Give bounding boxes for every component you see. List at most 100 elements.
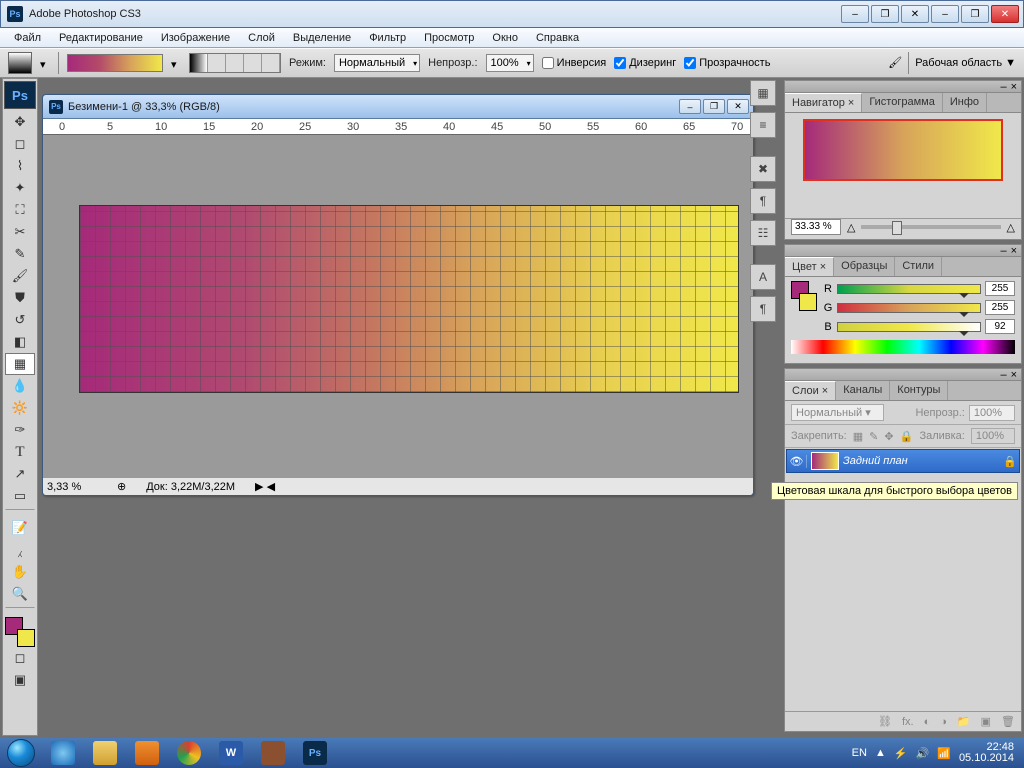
transparency-checkbox[interactable]: [684, 57, 696, 69]
lock-all-icon[interactable]: 🔒: [900, 430, 914, 443]
tray-flag-icon[interactable]: ▲: [875, 747, 886, 759]
doc-close-button[interactable]: ✕: [727, 99, 749, 114]
taskbar-media[interactable]: [127, 740, 167, 766]
gradient-linear-icon[interactable]: [190, 54, 208, 72]
zoom-out-icon[interactable]: △: [847, 221, 855, 234]
minimize-group-button[interactable]: –: [841, 5, 869, 23]
taskbar-chrome[interactable]: [169, 740, 209, 766]
zoom-in-icon[interactable]: △: [1007, 221, 1015, 234]
lock-position-icon[interactable]: ✥: [884, 430, 893, 443]
doc-zoom-value[interactable]: 3,33 %: [47, 481, 97, 493]
tray-lang[interactable]: EN: [852, 747, 867, 759]
g-slider[interactable]: [837, 303, 981, 313]
panel-close-icon[interactable]: ×: [1011, 245, 1017, 257]
b-slider[interactable]: [837, 322, 981, 332]
tab-navigator[interactable]: Навигатор ×: [785, 93, 862, 112]
r-value[interactable]: 255: [985, 281, 1015, 296]
wand-tool[interactable]: ✦: [5, 177, 35, 199]
screenmode-toggle[interactable]: ▣: [5, 669, 35, 691]
gradient-tool[interactable]: ▦: [5, 353, 35, 375]
gradient-reflected-icon[interactable]: [244, 54, 262, 72]
blend-mode-select[interactable]: Нормальный ▾: [791, 404, 884, 421]
close-group-button[interactable]: ✕: [901, 5, 929, 23]
brush-tool[interactable]: 🖌: [5, 265, 35, 287]
marquee-tool[interactable]: ◻: [5, 133, 35, 155]
panel-collapse-icon[interactable]: –: [1000, 245, 1006, 257]
shape-tool[interactable]: ▭: [5, 485, 35, 507]
workspace-select[interactable]: Рабочая область ▼: [915, 57, 1016, 69]
reverse-checkbox[interactable]: [542, 57, 554, 69]
dither-checkbox[interactable]: [614, 57, 626, 69]
navigator-thumbnail[interactable]: [803, 119, 1003, 181]
dock-icon-7[interactable]: ¶: [750, 296, 776, 322]
tab-paths[interactable]: Контуры: [890, 381, 948, 400]
hand-tool[interactable]: ✋: [5, 561, 35, 583]
gradient-dropdown[interactable]: ▾: [171, 58, 181, 68]
b-value[interactable]: 92: [985, 319, 1015, 334]
link-layers-icon[interactable]: ⛓: [878, 715, 892, 728]
menu-image[interactable]: Изображение: [153, 30, 238, 46]
tray-clock[interactable]: 22:48 05.10.2014: [959, 742, 1014, 764]
navigator-zoom-value[interactable]: 33.33 %: [791, 219, 841, 235]
tab-swatches[interactable]: Образцы: [834, 257, 895, 276]
menu-view[interactable]: Просмотр: [416, 30, 482, 46]
tray-network-icon[interactable]: 📶: [937, 747, 951, 760]
type-tool[interactable]: T: [5, 441, 35, 463]
move-tool[interactable]: ✥: [5, 111, 35, 133]
trash-icon[interactable]: 🗑: [1001, 715, 1015, 728]
menu-file[interactable]: Файл: [6, 30, 49, 46]
lasso-tool[interactable]: ⌇: [5, 155, 35, 177]
gradient-tool-icon[interactable]: [8, 52, 32, 74]
tray-volume-icon[interactable]: 🔊: [916, 747, 930, 760]
gradient-angle-icon[interactable]: [226, 54, 244, 72]
color-ramp[interactable]: [791, 340, 1015, 354]
folder-icon[interactable]: 📁: [957, 715, 971, 728]
navigator-zoom-slider[interactable]: [861, 225, 1000, 229]
blur-tool[interactable]: 💧: [5, 375, 35, 397]
visibility-icon[interactable]: 👁: [787, 455, 807, 468]
menu-filter[interactable]: Фильтр: [361, 30, 414, 46]
gradient-radial-icon[interactable]: [208, 54, 226, 72]
mask-icon[interactable]: ◐: [924, 716, 931, 728]
close-button[interactable]: ✕: [991, 5, 1019, 23]
mode-select[interactable]: Нормальный: [334, 54, 420, 72]
gradient-diamond-icon[interactable]: [262, 54, 280, 72]
zoom-tool[interactable]: 🔍: [5, 583, 35, 605]
dodge-tool[interactable]: 🔆: [5, 397, 35, 419]
dock-icon-4[interactable]: ¶: [750, 188, 776, 214]
document-canvas[interactable]: [43, 135, 753, 477]
new-layer-icon[interactable]: ▣: [981, 715, 991, 728]
lock-paint-icon[interactable]: ✎: [869, 430, 878, 443]
menu-layer[interactable]: Слой: [240, 30, 283, 46]
layer-opacity-select[interactable]: 100%: [969, 405, 1015, 421]
document-titlebar[interactable]: Ps Безимени-1 @ 33,3% (RGB/8) – ❐ ✕: [43, 95, 753, 119]
pen-tool[interactable]: ✑: [5, 419, 35, 441]
quickmask-toggle[interactable]: ◻: [5, 647, 35, 669]
brush-icon[interactable]: 🖌: [888, 56, 902, 70]
dock-icon-5[interactable]: ☷: [750, 220, 776, 246]
dock-icon-3[interactable]: ✖: [750, 156, 776, 182]
opacity-select[interactable]: 100%: [486, 54, 534, 72]
tab-layers[interactable]: Слои ×: [785, 381, 836, 400]
path-tool[interactable]: ↗: [5, 463, 35, 485]
notes-tool[interactable]: 📝: [5, 517, 35, 539]
layer-row[interactable]: 👁 Задний план 🔒: [786, 449, 1020, 473]
dock-icon-1[interactable]: ▦: [750, 80, 776, 106]
tray-power-icon[interactable]: ⚡: [894, 747, 908, 760]
eyedropper-tool[interactable]: ⁁: [5, 539, 35, 561]
heal-tool[interactable]: ✎: [5, 243, 35, 265]
panel-close-icon[interactable]: ×: [1011, 369, 1017, 381]
fill-select[interactable]: 100%: [971, 428, 1015, 444]
tab-color[interactable]: Цвет ×: [785, 257, 834, 276]
taskbar-app1[interactable]: [253, 740, 293, 766]
gradient-swatch[interactable]: [67, 54, 163, 72]
taskbar-ie[interactable]: [43, 740, 83, 766]
doc-maximize-button[interactable]: ❐: [703, 99, 725, 114]
minimize-button[interactable]: –: [931, 5, 959, 23]
history-brush-tool[interactable]: ↺: [5, 309, 35, 331]
color-swatches[interactable]: [5, 617, 35, 647]
taskbar-word[interactable]: W: [211, 740, 251, 766]
layer-thumbnail[interactable]: [811, 452, 839, 470]
tab-channels[interactable]: Каналы: [836, 381, 890, 400]
eraser-tool[interactable]: ◧: [5, 331, 35, 353]
